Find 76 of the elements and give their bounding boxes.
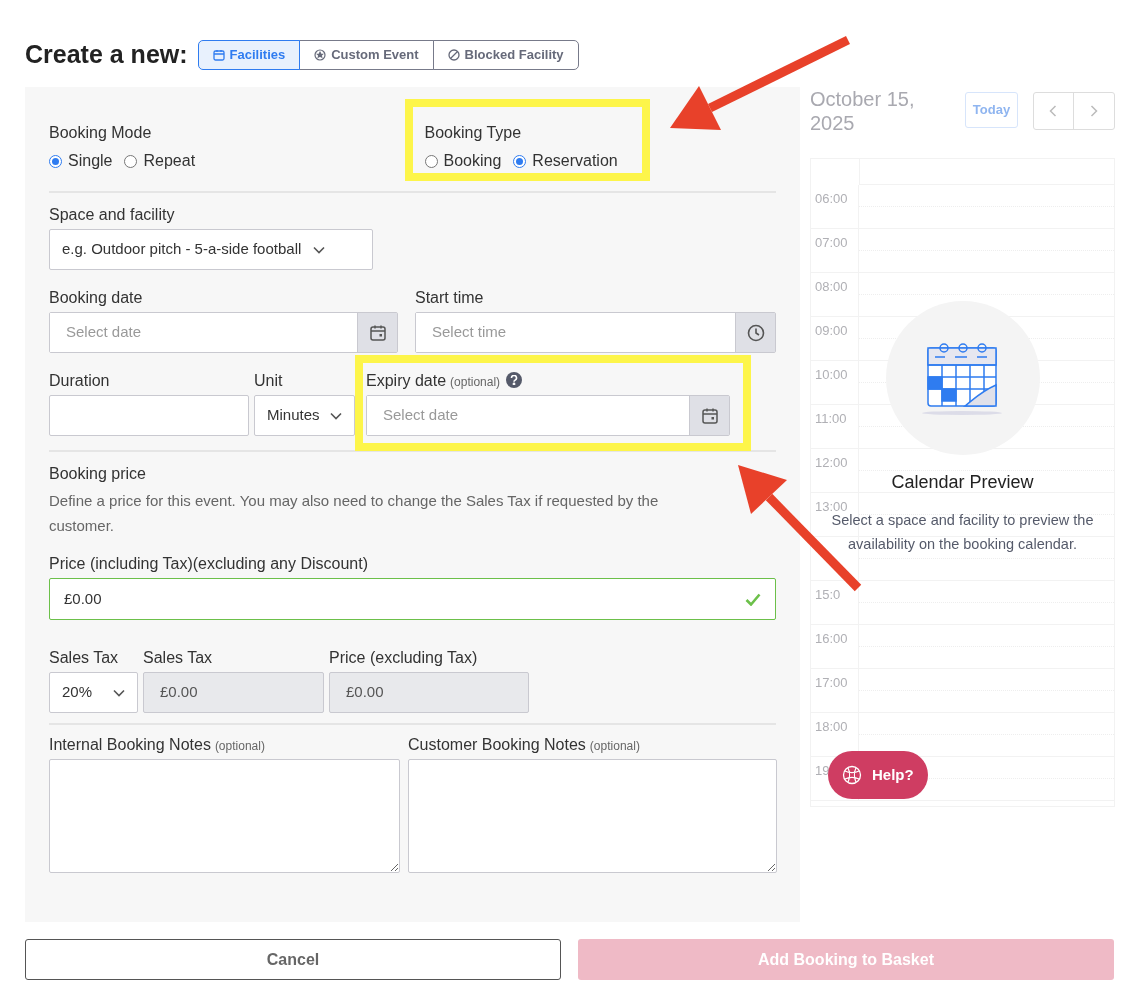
hour-label: 13:00 <box>815 499 848 514</box>
picker-field[interactable]: Select time <box>415 312 776 353</box>
hour-label: 19 <box>815 763 830 778</box>
notes-field[interactable] <box>408 759 777 873</box>
chevron-down-icon <box>313 245 326 254</box>
hour-label: 12:00 <box>815 455 848 470</box>
picker-button[interactable] <box>735 313 775 352</box>
tax-rate-select[interactable]: 20% <box>49 672 138 713</box>
hour-label: 09:00 <box>815 323 848 338</box>
radio-button[interactable] <box>424 154 438 168</box>
blocked-icon <box>447 48 460 61</box>
page-title: Create a new: <box>25 38 188 70</box>
price-field[interactable]: £0.00 <box>49 578 776 620</box>
optional-hint: (optional) <box>589 738 640 755</box>
clock-icon <box>746 323 765 342</box>
help-icon[interactable] <box>506 372 523 388</box>
preview-title: Calendar Preview <box>891 471 1034 494</box>
radio-button[interactable] <box>124 154 138 168</box>
chevron-down-icon <box>330 411 342 420</box>
radio-button[interactable] <box>513 154 527 168</box>
field-label: Sales Tax <box>49 648 119 668</box>
field-label: Booking Type <box>424 123 523 143</box>
field-label: Duration <box>49 371 110 391</box>
preview-description: Select a space and facility to preview the availability on the booking calendar. <box>830 511 1095 554</box>
field-label: Price (including Tax)(excluding any Discount) <box>49 554 368 574</box>
field-label: Internal Booking Notes <box>49 735 211 755</box>
hour-label: 06:00 <box>815 191 848 206</box>
calendar-icon <box>368 323 387 342</box>
hour-label: 17:00 <box>815 675 848 690</box>
duration-field[interactable] <box>49 395 249 436</box>
radio-label: Reservation <box>532 151 618 171</box>
field-label: Start time <box>415 288 484 308</box>
chevron-down-icon <box>113 688 125 697</box>
hour-label: 18:00 <box>815 719 848 734</box>
field-label: Space and facility <box>49 205 175 225</box>
field-label: Expiry date <box>366 371 447 391</box>
globe-icon <box>842 765 862 785</box>
radio-label: Repeat <box>143 151 196 171</box>
hour-label: 08:00 <box>815 279 848 294</box>
picker-field[interactable]: Select date <box>366 395 730 436</box>
section-description: Define a price for this event. You may also need to change the Sales Tax if requested by the customer. <box>49 491 660 536</box>
hour-label: 07:00 <box>815 235 848 250</box>
cancel-button[interactable]: Cancel <box>25 939 561 980</box>
optional-hint: (optional) <box>450 374 501 391</box>
field-label: Booking date <box>49 288 143 308</box>
picker-field[interactable]: Select date <box>49 312 398 353</box>
unit-select[interactable]: Minutes <box>254 395 355 436</box>
notes-field[interactable] <box>49 759 400 873</box>
facility-select[interactable]: e.g. Outdoor pitch - 5-a-side football <box>49 229 373 270</box>
check-icon <box>745 592 761 606</box>
hour-label: 11:00 <box>815 411 847 426</box>
radio-label: Booking <box>443 151 502 171</box>
radio-button[interactable] <box>49 154 62 168</box>
radio-label: Single <box>68 151 113 171</box>
optional-hint: (optional) <box>214 738 265 755</box>
calendar-icon <box>700 406 719 425</box>
type-tab[interactable]: Facilities <box>197 39 301 70</box>
star-icon <box>314 48 327 61</box>
field-label: Sales Tax <box>143 648 213 668</box>
calendar-icon <box>212 48 225 61</box>
field-label: Booking Mode <box>49 123 153 143</box>
field-label: Customer Booking Notes <box>408 735 586 755</box>
hour-label: 10:00 <box>815 367 848 382</box>
chevron-right-icon <box>1090 105 1098 117</box>
field-label: Price (excluding Tax) <box>329 648 478 668</box>
hour-label: 16:00 <box>815 631 848 646</box>
type-tab[interactable]: Blocked Facility <box>432 39 579 70</box>
picker-button[interactable] <box>357 313 397 352</box>
help-button[interactable]: Help? <box>828 751 928 799</box>
chevron-left-icon <box>1049 105 1058 117</box>
type-tab[interactable]: Custom Event <box>299 39 434 70</box>
hour-label: 15:0 <box>815 587 841 602</box>
calendar-date: October 15, 2025 <box>810 87 916 135</box>
picker-button[interactable] <box>689 396 729 435</box>
field-label: Unit <box>254 371 283 391</box>
section-heading: Booking price <box>49 464 147 484</box>
